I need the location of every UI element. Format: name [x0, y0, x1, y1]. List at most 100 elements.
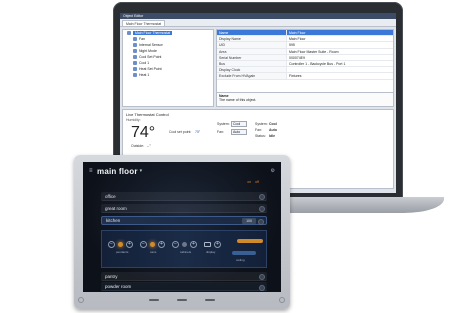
property-value[interactable]: Controller 1 - Backcycle Bus - Port 1: [287, 61, 393, 66]
panel-button-bar: [83, 294, 281, 306]
property-key: Name: [217, 30, 287, 36]
room-row-great-room[interactable]: great room: [101, 204, 267, 213]
control-display: +: [204, 241, 221, 248]
property-description: Name The name of this object.: [217, 92, 393, 106]
property-key: Display Clock: [217, 67, 287, 73]
room-name: powder room: [105, 284, 132, 289]
room-toggle-icon[interactable]: [259, 284, 265, 291]
room-name: kitchen: [106, 218, 121, 223]
tree-item-label: Internal Sensor: [139, 43, 163, 47]
mode-icon: [133, 49, 137, 53]
tree-item-label: Night Mode: [139, 49, 157, 53]
light-bulb-icon[interactable]: [150, 242, 155, 247]
control-caption: display: [206, 250, 216, 254]
sensor-icon: [133, 43, 137, 47]
room-row-pantry[interactable]: pantry: [101, 272, 267, 281]
setpoint-icon: [133, 55, 137, 59]
room-name: office: [105, 193, 116, 199]
room-row-powder-room[interactable]: powder room: [101, 283, 267, 291]
setpoint-icon: [133, 67, 137, 71]
system-status-label: System:: [255, 122, 268, 126]
fan-status-label: Fan:: [255, 128, 263, 132]
touch-panel-screen: ≡ main floor ▾ ⚙ on off office great roo…: [83, 162, 281, 292]
gear-icon[interactable]: ⚙: [271, 168, 275, 174]
room-row-office[interactable]: office: [101, 192, 267, 201]
tab-main-floor-thermostat[interactable]: Main Floor Thermostat: [122, 20, 166, 26]
room-toggle-icon[interactable]: [258, 218, 264, 225]
dim-down-button[interactable]: −: [108, 241, 115, 248]
property-value[interactable]: Fixtures: [287, 73, 393, 78]
panel-header: ≡ main floor ▾ ⚙: [89, 166, 275, 176]
system-select[interactable]: Cool: [231, 121, 247, 127]
property-value[interactable]: 000074E9: [287, 55, 393, 60]
panel-title[interactable]: main floor: [97, 167, 138, 176]
property-key: UID: [217, 42, 287, 48]
property-value[interactable]: Main Floor Master Suite - Room: [287, 49, 393, 54]
system-label: System:: [217, 122, 230, 126]
property-key: Bus: [217, 60, 287, 67]
property-value[interactable]: Main Floor: [287, 30, 393, 36]
editor-tabs: Main Floor Thermostat: [120, 19, 396, 27]
room-name: great room: [105, 205, 127, 211]
tree-item-label: Fan: [139, 37, 146, 41]
property-value[interactable]: 595: [287, 42, 393, 47]
room-row-kitchen[interactable]: kitchen 100: [101, 216, 267, 225]
control-caption: pendants: [116, 250, 129, 254]
tree-item-label: Cool 1: [139, 61, 150, 65]
room-name: pantry: [105, 273, 118, 279]
control-cabinets: − +: [172, 241, 197, 248]
description-text: The name of this object.: [219, 98, 257, 102]
menu-button[interactable]: [205, 299, 215, 301]
shade-icon[interactable]: [204, 242, 211, 247]
light-bulb-icon[interactable]: [182, 242, 187, 247]
dim-down-button[interactable]: −: [172, 241, 179, 248]
cool-set-point-label: Cool set point:: [169, 130, 192, 134]
dim-up-button[interactable]: +: [126, 241, 133, 248]
tree-item-label: Main Floor Thermostat: [133, 31, 173, 35]
control-cans: − +: [140, 241, 165, 248]
system-status-value: Cool: [269, 122, 277, 126]
fan-select[interactable]: Auto: [231, 129, 247, 135]
control-caption: cabinets: [180, 250, 192, 254]
dim-up-button[interactable]: +: [190, 241, 197, 248]
property-grid: Name Main Floor Display Name Main Floor UI…: [216, 29, 394, 107]
status-label: Status:: [255, 134, 266, 138]
property-value[interactable]: [287, 67, 393, 72]
tree-item-heat-1[interactable]: Heat 1: [123, 72, 213, 78]
back-button[interactable]: [177, 299, 187, 301]
volume-bar[interactable]: [232, 251, 256, 255]
thermostat-icon: [127, 31, 131, 35]
dim-up-button[interactable]: +: [214, 241, 221, 248]
power-icon[interactable]: [279, 297, 285, 303]
property-value[interactable]: Main Floor: [287, 36, 393, 41]
menu-icon[interactable]: ≡: [89, 168, 97, 174]
room-toggle-icon[interactable]: [259, 273, 265, 280]
control-pendants: − +: [108, 241, 133, 248]
dim-up-button[interactable]: +: [158, 241, 165, 248]
control-caption: ceiling: [236, 258, 245, 262]
outside-label: Outside:: [131, 144, 145, 148]
cool-set-point-value[interactable]: 75°: [195, 130, 200, 134]
light-bulb-icon[interactable]: [118, 242, 123, 247]
product-photo: Object Editor Main Floor Thermostat Main…: [0, 0, 465, 313]
tree-item-label: Heat 1: [139, 73, 150, 77]
kitchen-level-badge: 100: [242, 218, 256, 224]
fan-status-value: Auto: [269, 128, 277, 132]
property-key: Display Name: [217, 36, 287, 42]
heat-icon: [133, 73, 137, 77]
home-button[interactable]: [149, 299, 159, 301]
chevron-down-icon[interactable]: ▾: [140, 168, 143, 174]
room-toggle-icon[interactable]: [259, 193, 265, 200]
dim-down-button[interactable]: −: [140, 241, 147, 248]
room-toggle-icon[interactable]: [259, 205, 265, 212]
outside-value: --°: [147, 144, 151, 148]
fan-icon: [133, 37, 137, 41]
tv-level-bar[interactable]: [237, 239, 263, 243]
property-row[interactable]: Exclude From HVAgain Fixtures: [217, 73, 393, 80]
all-on-label[interactable]: on: [247, 180, 251, 184]
control-caption: cans: [150, 250, 157, 254]
object-tree: Main Floor Thermostat Fan Internal Senso…: [122, 29, 214, 107]
sensor-icon: [78, 297, 84, 303]
property-key: Area: [217, 48, 287, 54]
all-off-label[interactable]: off: [255, 180, 259, 184]
